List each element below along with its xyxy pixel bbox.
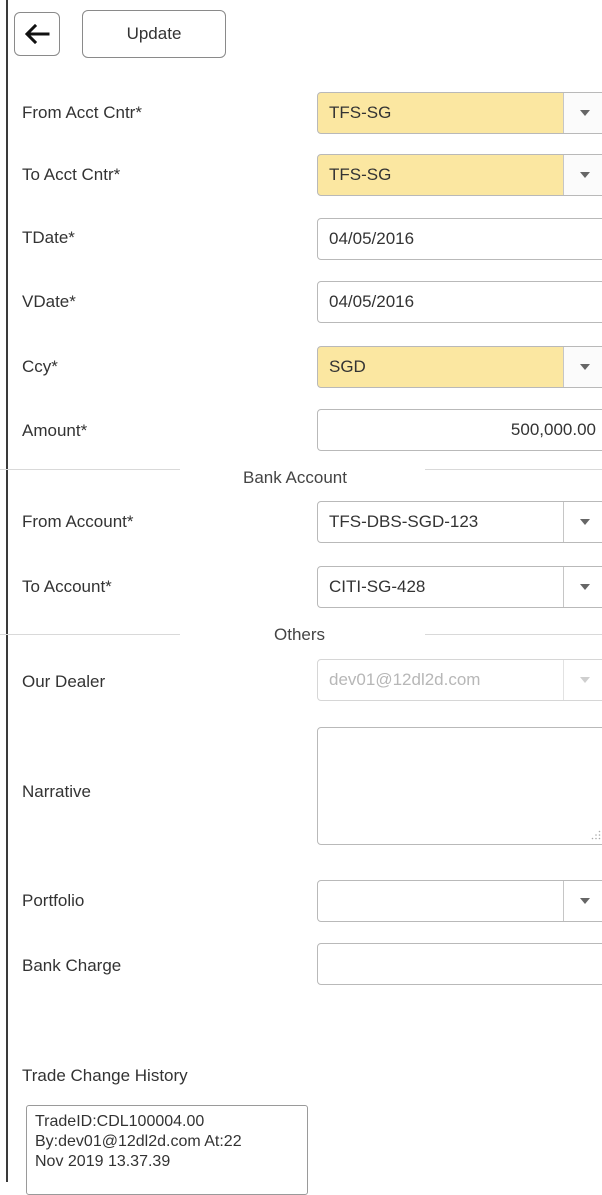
history-line: TradeID:CDL100004.00: [35, 1113, 205, 1130]
to-acct-cntr-dropdown-button[interactable]: [563, 155, 602, 195]
from-acct-cntr-select[interactable]: TFS-SG: [317, 92, 602, 134]
tdate-label: TDate*: [22, 228, 75, 247]
ccy-select[interactable]: SGD: [317, 346, 602, 388]
our-dealer-value: dev01@12dl2d.com: [329, 670, 481, 689]
tdate-input[interactable]: 04/05/2016: [317, 218, 602, 260]
update-button[interactable]: Update: [82, 10, 226, 58]
amount-label: Amount*: [22, 421, 88, 440]
chevron-down-icon: [580, 898, 590, 904]
others-section-title: Others: [274, 625, 326, 644]
history-line: By:dev01@12dl2d.com At:22: [35, 1133, 242, 1150]
to-acct-cntr-label: To Acct Cntr*: [22, 165, 121, 184]
to-acct-cntr-select[interactable]: TFS-SG: [317, 154, 602, 196]
our-dealer-label: Our Dealer: [22, 672, 106, 691]
chevron-down-icon: [580, 364, 590, 370]
from-account-dropdown-button[interactable]: [563, 502, 602, 542]
ccy-value: SGD: [329, 357, 366, 376]
back-button[interactable]: [14, 12, 60, 56]
to-account-dropdown-button[interactable]: [563, 567, 602, 607]
chevron-down-icon: [580, 677, 590, 683]
narrative-textarea[interactable]: [317, 727, 602, 845]
to-account-value: CITI-SG-428: [329, 577, 426, 596]
vdate-input[interactable]: 04/05/2016: [317, 281, 602, 323]
to-account-label: To Account*: [22, 577, 112, 596]
from-acct-cntr-dropdown-button[interactable]: [563, 93, 602, 133]
portfolio-dropdown-button[interactable]: [563, 881, 602, 921]
vdate-label: VDate*: [22, 292, 76, 311]
section-divider: [425, 634, 602, 635]
our-dealer-select: dev01@12dl2d.com: [317, 659, 602, 701]
ccy-dropdown-button[interactable]: [563, 347, 602, 387]
amount-value: 500,000.00: [510, 420, 596, 439]
chevron-down-icon: [580, 110, 590, 116]
resize-grip-icon[interactable]: [591, 830, 601, 840]
bank-charge-input[interactable]: [317, 943, 602, 985]
trade-change-history-title: Trade Change History: [22, 1066, 188, 1085]
chevron-down-icon: [580, 584, 590, 590]
ccy-label: Ccy*: [22, 357, 58, 376]
from-acct-cntr-label: From Acct Cntr*: [22, 103, 142, 122]
arrow-left-icon: [24, 24, 50, 44]
tdate-value: 04/05/2016: [329, 229, 415, 248]
chevron-down-icon: [580, 519, 590, 525]
amount-input[interactable]: 500,000.00: [317, 409, 602, 451]
section-divider: [425, 469, 602, 470]
from-account-label: From Account*: [22, 512, 134, 531]
left-frame-border: [6, 0, 8, 1182]
to-account-select[interactable]: CITI-SG-428: [317, 566, 602, 608]
to-acct-cntr-value: TFS-SG: [329, 165, 392, 184]
chevron-down-icon: [580, 172, 590, 178]
from-acct-cntr-value: TFS-SG: [329, 103, 392, 122]
our-dealer-dropdown-button: [563, 660, 602, 700]
bank-account-section-title: Bank Account: [243, 468, 347, 487]
portfolio-select[interactable]: [317, 880, 602, 922]
section-divider: [0, 634, 180, 635]
section-divider: [0, 469, 180, 470]
vdate-value: 04/05/2016: [329, 292, 415, 311]
history-line: Nov 2019 13.37.39: [35, 1153, 171, 1170]
bank-charge-label: Bank Charge: [22, 956, 122, 975]
from-account-value: TFS-DBS-SGD-123: [329, 512, 479, 531]
portfolio-label: Portfolio: [22, 891, 85, 910]
from-account-select[interactable]: TFS-DBS-SGD-123: [317, 501, 602, 543]
narrative-label: Narrative: [22, 782, 91, 801]
